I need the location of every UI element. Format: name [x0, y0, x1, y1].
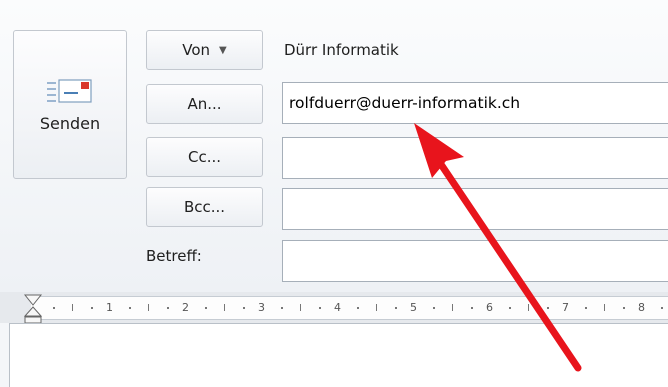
from-button-label: Von [182, 41, 211, 59]
ruler-number: 4 [334, 301, 341, 314]
send-button-label: Senden [39, 114, 101, 133]
ruler-dot [433, 307, 435, 309]
subject-field[interactable] [282, 240, 668, 282]
ruler-dot [319, 307, 321, 309]
cc-field[interactable] [282, 137, 668, 179]
message-body-editor[interactable] [9, 323, 668, 387]
to-button[interactable]: An... [146, 84, 263, 124]
ruler-dot [91, 307, 93, 309]
ruler-dot [167, 307, 169, 309]
ruler-tick [72, 304, 73, 311]
from-value: Dürr Informatik [284, 41, 399, 59]
bcc-button[interactable]: Bcc... [146, 187, 263, 227]
bcc-field[interactable] [282, 188, 668, 230]
ruler-tick [452, 304, 453, 311]
ruler-tick [148, 304, 149, 311]
ruler-dot [585, 307, 587, 309]
bcc-button-label: Bcc... [183, 198, 226, 216]
ruler-dot [395, 307, 397, 309]
from-button[interactable]: Von ▼ [146, 30, 263, 70]
ruler-dot [243, 307, 245, 309]
ruler-dot [281, 307, 283, 309]
ruler-dot [129, 307, 131, 309]
ruler-tick [224, 304, 225, 311]
ruler-number: 7 [562, 301, 569, 314]
ruler-number: 5 [410, 301, 417, 314]
ruler-number: 8 [638, 301, 645, 314]
dropdown-caret-icon: ▼ [219, 44, 227, 56]
send-button[interactable]: Senden [13, 30, 127, 179]
ruler-dot [509, 307, 511, 309]
ruler-dot [623, 307, 625, 309]
ruler [31, 296, 668, 320]
ruler-number: 2 [182, 301, 189, 314]
ruler-dot [53, 307, 55, 309]
indent-marker-icon[interactable] [23, 294, 43, 324]
ruler-dot [471, 307, 473, 309]
ruler-number: 6 [486, 301, 493, 314]
ruler-tick [528, 304, 529, 311]
ruler-dot [357, 307, 359, 309]
ruler-tick [376, 304, 377, 311]
ruler-tick [604, 304, 605, 311]
ruler-number: 1 [106, 301, 113, 314]
ruler-dot [205, 307, 207, 309]
to-button-label: An... [187, 95, 222, 113]
ruler-number: 3 [258, 301, 265, 314]
ruler-dot [547, 307, 549, 309]
envelope-send-icon [47, 79, 92, 103]
to-field[interactable]: rolfduerr@duerr-informatik.ch [282, 82, 668, 124]
ruler-dot [661, 307, 663, 309]
ruler-tick [300, 304, 301, 311]
subject-label: Betreff: [146, 247, 202, 265]
cc-button-label: Cc... [187, 148, 222, 166]
cc-button[interactable]: Cc... [146, 137, 263, 177]
